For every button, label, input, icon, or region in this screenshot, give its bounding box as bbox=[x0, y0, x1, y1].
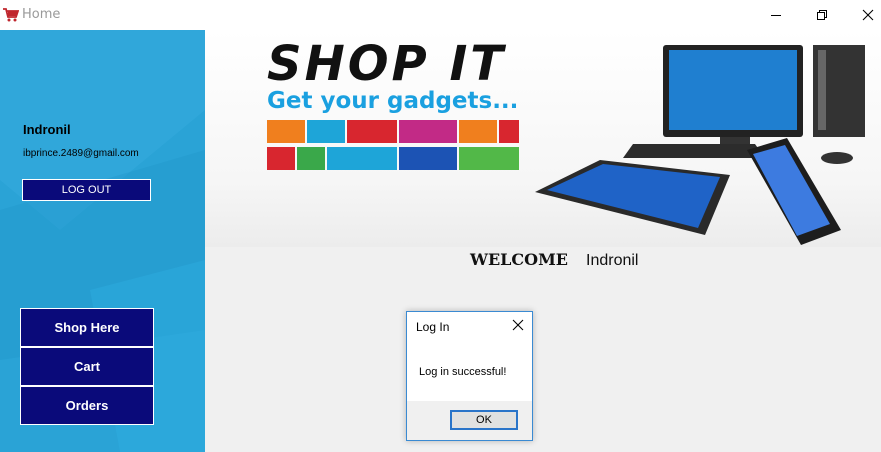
restore-button[interactable] bbox=[799, 0, 845, 30]
shop-banner: SHOP IT Get your gadgets... bbox=[205, 30, 881, 247]
minimize-button[interactable] bbox=[753, 0, 799, 30]
minimize-icon bbox=[771, 15, 781, 16]
gadgets-image bbox=[535, 45, 865, 245]
title-bar: Home bbox=[0, 0, 881, 30]
sidebar: Indronil ibprince.2489@gmail.com LOG OUT… bbox=[0, 30, 205, 452]
user-name: Indronil bbox=[23, 122, 71, 137]
orders-button[interactable]: Orders bbox=[20, 386, 154, 425]
user-email: ibprince.2489@gmail.com bbox=[23, 148, 139, 159]
shop-here-button[interactable]: Shop Here bbox=[20, 308, 154, 347]
close-button[interactable] bbox=[845, 0, 881, 30]
dialog-message: Log in successful! bbox=[419, 366, 507, 378]
ok-button[interactable]: OK bbox=[450, 410, 518, 430]
restore-icon bbox=[817, 10, 827, 20]
banner-tagline: Get your gadgets... bbox=[267, 88, 519, 114]
cart-icon bbox=[3, 8, 20, 22]
window-title: Home bbox=[22, 7, 61, 22]
cart-button[interactable]: Cart bbox=[20, 347, 154, 386]
close-icon bbox=[862, 9, 874, 21]
close-icon bbox=[512, 319, 524, 331]
welcome-label: WELCOME bbox=[470, 250, 568, 269]
login-dialog: Log In Log in successful! OK bbox=[406, 311, 533, 441]
main-content: SHOP IT Get your gadgets... WELCOME Indr… bbox=[205, 30, 881, 452]
dialog-title: Log In bbox=[416, 320, 450, 334]
welcome-user-name: Indronil bbox=[586, 252, 639, 269]
dialog-close-button[interactable] bbox=[511, 318, 525, 332]
logout-button[interactable]: LOG OUT bbox=[22, 179, 151, 201]
banner-title: SHOP IT bbox=[267, 36, 507, 92]
